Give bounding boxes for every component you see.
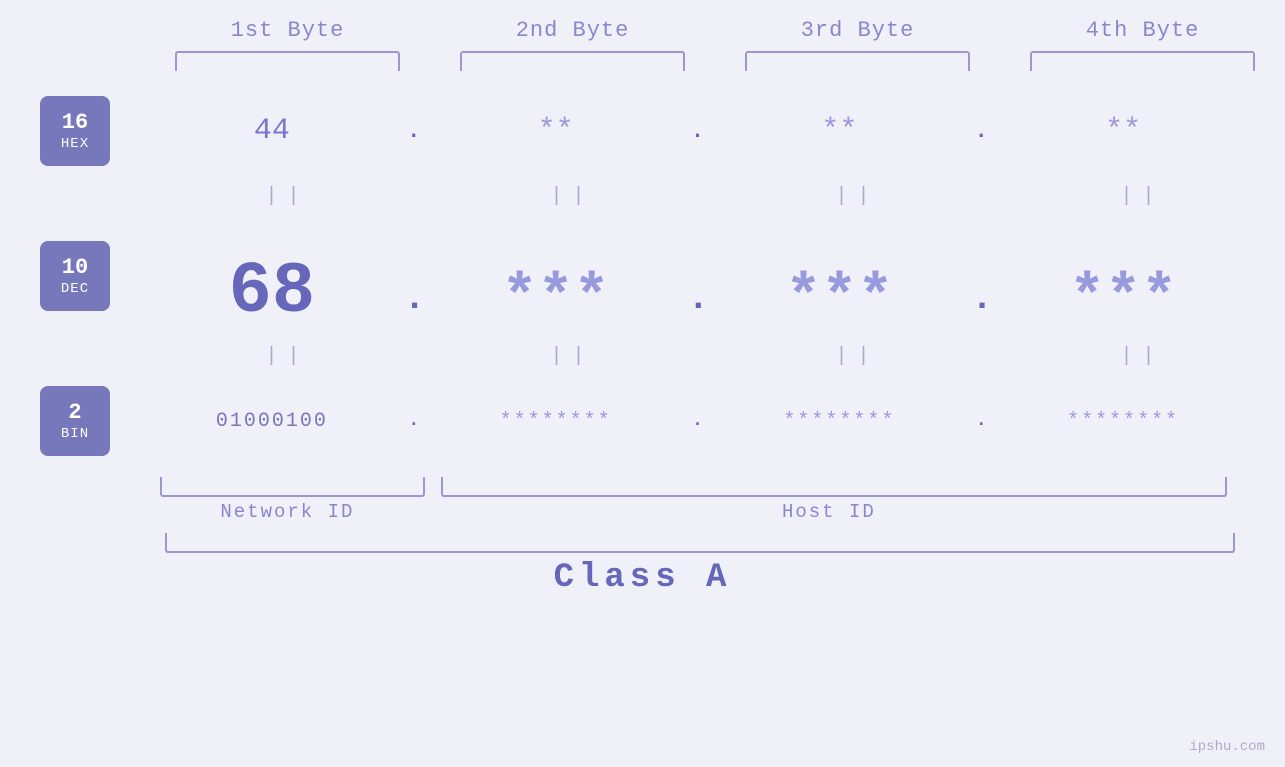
top-bracket-4 (1030, 51, 1255, 71)
eq-2-3: || (715, 345, 1000, 368)
bin-val-1: 01000100 (140, 410, 404, 433)
dec-val-1: 68 (140, 251, 404, 333)
dec-val-4: *** (991, 265, 1285, 333)
dec-dot-1: . (404, 278, 424, 319)
bin-badge: 2 BIN (40, 386, 110, 456)
bin-val-4: ******** (991, 410, 1285, 433)
hex-val-4: ** (991, 114, 1285, 148)
class-label-row: Class A (0, 559, 1285, 597)
hex-dot-3: . (971, 119, 991, 144)
dec-values: 68 . *** . *** . *** (140, 211, 1285, 341)
class-bracket-row (0, 533, 1285, 553)
eq-2-1: || (145, 345, 430, 368)
class-a-label: Class A (554, 559, 732, 597)
eq-1-1: || (145, 185, 430, 208)
eq-1-2: || (430, 185, 715, 208)
hex-badge: 16 HEX (40, 96, 110, 166)
bin-badge-label: BIN (61, 426, 89, 442)
byte-label-2: 2nd Byte (430, 18, 715, 43)
hex-dot-2: . (688, 119, 708, 144)
dec-val-3: *** (708, 265, 972, 333)
hex-badge-number: 16 (62, 110, 88, 136)
equals-separator-2: || || || || (0, 341, 1285, 371)
dec-row: 10 DEC 68 . *** . *** . *** (0, 211, 1285, 341)
eq-1-4: || (1000, 185, 1285, 208)
bin-val-3: ******** (708, 410, 972, 433)
bracket-cell-4 (1000, 51, 1285, 71)
hex-values: 44 . ** . ** . ** (140, 81, 1285, 181)
byte-label-4: 4th Byte (1000, 18, 1285, 43)
host-id-label: Host ID (423, 501, 1235, 523)
dec-dot-3: . (971, 278, 991, 319)
bin-val-2: ******** (424, 410, 688, 433)
dec-dot-2: . (688, 278, 708, 319)
hex-badge-label: HEX (61, 136, 89, 152)
hex-row: 16 HEX 44 . ** . ** . ** (0, 81, 1285, 181)
top-bracket-3 (745, 51, 970, 71)
bracket-cell-3 (715, 51, 1000, 71)
eq-2-2: || (430, 345, 715, 368)
watermark: ipshu.com (1189, 739, 1265, 755)
bin-badge-number: 2 (68, 400, 81, 426)
equals-separator-1: || || || || (0, 181, 1285, 211)
network-id-bracket (160, 477, 425, 497)
hex-dot-1: . (404, 119, 424, 144)
byte-labels-row: 1st Byte 2nd Byte 3rd Byte 4th Byte (0, 0, 1285, 43)
host-id-bracket (441, 477, 1227, 497)
bracket-cell-2 (430, 51, 715, 71)
bottom-brackets-container (0, 477, 1285, 497)
bin-dot-1: . (404, 411, 424, 431)
class-a-bracket (165, 533, 1235, 553)
network-id-label: Network ID (152, 501, 423, 523)
hex-val-2: ** (424, 114, 688, 148)
top-bracket-2 (460, 51, 685, 71)
eq-1-3: || (715, 185, 1000, 208)
bin-dot-3: . (971, 411, 991, 431)
hex-val-1: 44 (140, 114, 404, 148)
dec-badge-number: 10 (62, 255, 88, 281)
main-container: 1st Byte 2nd Byte 3rd Byte 4th Byte 16 H… (0, 0, 1285, 767)
dec-badge-label: DEC (61, 281, 89, 297)
top-bracket-1 (175, 51, 400, 71)
bin-values: 01000100 . ******** . ******** . *******… (140, 371, 1285, 471)
byte-label-1: 1st Byte (145, 18, 430, 43)
network-host-labels: Network ID Host ID (0, 501, 1285, 523)
eq-2-4: || (1000, 345, 1285, 368)
dec-badge: 10 DEC (40, 241, 110, 311)
dec-val-2: *** (424, 265, 688, 333)
bracket-cell-1 (145, 51, 430, 71)
top-brackets-row (0, 51, 1285, 71)
byte-label-3: 3rd Byte (715, 18, 1000, 43)
hex-val-3: ** (708, 114, 972, 148)
bin-dot-2: . (688, 411, 708, 431)
bin-row: 2 BIN 01000100 . ******** . ******** . *… (0, 371, 1285, 471)
